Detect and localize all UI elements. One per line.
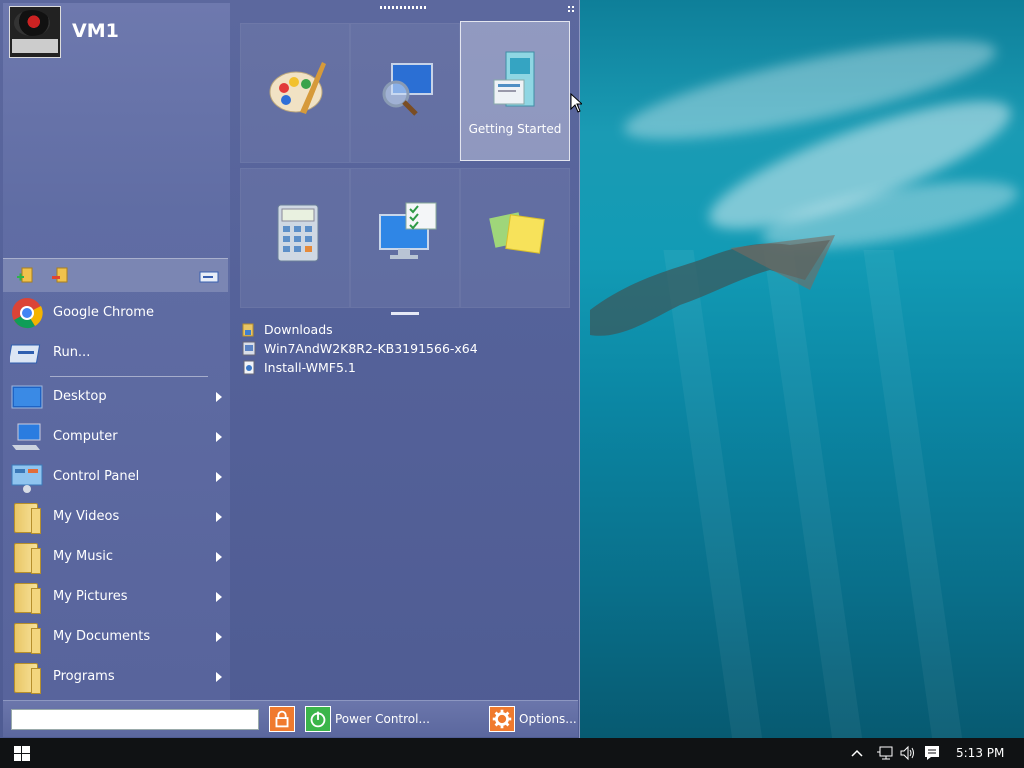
lock-icon — [269, 706, 295, 732]
gear-icon — [489, 706, 515, 732]
menu-item-label: Run... — [53, 345, 91, 360]
add-program-icon[interactable] — [16, 267, 34, 285]
folder-documents-icon — [10, 621, 44, 654]
getting-started-icon — [493, 51, 535, 107]
menu-item-label: Programs — [53, 669, 115, 684]
menu-item-label: My Videos — [53, 509, 120, 524]
chrome-icon — [12, 298, 43, 329]
tile-getting-started[interactable]: Getting Started — [460, 21, 570, 161]
menu-item-label: My Documents — [53, 629, 151, 644]
menu-item-label: Control Panel — [53, 469, 140, 484]
run-icon — [10, 344, 41, 364]
magnifier-icon — [382, 63, 433, 116]
menu-item-desktop[interactable]: Desktop — [8, 378, 226, 416]
options-label: Options... — [519, 712, 577, 726]
menu-item-run[interactable]: Run... — [8, 334, 226, 372]
windows-start-icon[interactable] — [14, 746, 30, 761]
menu-item-my-videos[interactable]: My Videos — [8, 498, 226, 536]
menu-item-label: Desktop — [53, 389, 107, 404]
tile-label: Getting Started — [468, 122, 562, 136]
notifications-icon[interactable] — [923, 744, 941, 762]
folder-videos-icon — [10, 501, 44, 534]
submenu-arrow-icon — [216, 552, 222, 562]
tiles-drag-grip[interactable] — [380, 6, 428, 9]
menu-item-programs[interactable]: Programs — [8, 658, 226, 696]
quick-actions-bar — [3, 258, 228, 292]
search-input[interactable] — [11, 709, 259, 730]
folder-music-icon — [10, 541, 44, 574]
tile-magnifier[interactable] — [350, 23, 460, 163]
user-name: VM1 — [72, 20, 119, 42]
tile-sticky-notes[interactable] — [460, 168, 570, 308]
mouse-cursor-icon — [570, 93, 582, 113]
resize-grip-icon[interactable] — [567, 5, 575, 13]
menu-item-label: Google Chrome — [53, 305, 154, 320]
submenu-arrow-icon — [216, 592, 222, 602]
submenu-arrow-icon — [216, 432, 222, 442]
calculator-icon — [277, 204, 319, 262]
network-icon[interactable] — [876, 744, 894, 762]
menu-item-my-documents[interactable]: My Documents — [8, 618, 226, 656]
power-control-label: Power Control... — [335, 712, 430, 726]
sticky-notes-icon — [489, 212, 545, 254]
submenu-arrow-icon — [216, 512, 222, 522]
menu-item-label: My Pictures — [53, 589, 128, 604]
tile-calculator[interactable] — [240, 168, 350, 308]
installer-icon — [242, 341, 256, 356]
menu-item-label: My Music — [53, 549, 114, 564]
menu-item-label: Computer — [53, 429, 118, 444]
submenu-arrow-icon — [216, 632, 222, 642]
menu-item-my-pictures[interactable]: My Pictures — [8, 578, 226, 616]
tile-action-center[interactable] — [350, 168, 460, 308]
clock[interactable]: 5:13 PM — [956, 746, 1004, 760]
script-icon — [243, 360, 255, 375]
window-switch-icon[interactable] — [199, 267, 219, 285]
folder-icon — [242, 323, 254, 337]
menu-item-control-panel[interactable]: Control Panel — [8, 458, 226, 496]
remove-program-icon[interactable] — [51, 267, 69, 285]
folder-pictures-icon — [10, 581, 44, 614]
submenu-arrow-icon — [216, 472, 222, 482]
menu-item-computer[interactable]: Computer — [8, 418, 226, 456]
computer-icon — [12, 423, 41, 450]
chevron-up-icon[interactable] — [850, 744, 864, 762]
menu-item-my-music[interactable]: My Music — [8, 538, 226, 576]
taskbar: 5:13 PM — [0, 738, 1024, 768]
submenu-arrow-icon — [216, 672, 222, 682]
paint-icon — [269, 62, 326, 114]
folder-programs-icon — [10, 661, 44, 694]
power-icon — [305, 706, 331, 732]
desktop-icon — [11, 385, 43, 409]
control-panel-icon — [11, 464, 43, 493]
menu-divider — [50, 376, 208, 377]
diver-image — [590, 235, 835, 336]
action-center-icon — [379, 202, 437, 259]
tile-paint[interactable] — [240, 23, 350, 163]
tiles-resize-handle[interactable] — [391, 312, 419, 315]
volume-icon[interactable] — [899, 744, 917, 762]
start-menu-bottom-bar: Power Control... Options... — [3, 700, 578, 737]
menu-item-google-chrome[interactable]: Google Chrome — [8, 294, 226, 332]
submenu-arrow-icon — [216, 392, 222, 402]
start-menu: VM1 Google Chrome Run... Desktop Compute… — [0, 0, 580, 738]
user-avatar[interactable] — [9, 6, 61, 58]
